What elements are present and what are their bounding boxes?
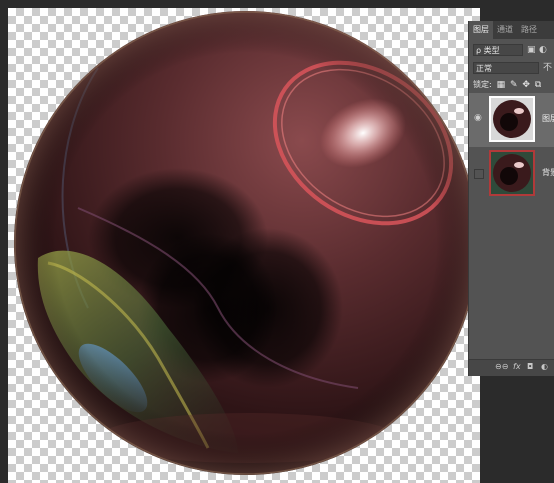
- lock-label: 锁定:: [473, 80, 492, 89]
- layer-row-1[interactable]: ◉ 图层: [469, 93, 554, 147]
- tab-paths[interactable]: 路径: [517, 21, 541, 39]
- lock-transparency-icon[interactable]: ▦: [497, 80, 506, 90]
- sphere-thumbnail-icon: [491, 152, 533, 194]
- visibility-eye-icon[interactable]: ◉: [474, 113, 482, 123]
- layers-panel: 图层 通道 路径 ρ 类型 ▣ ◐ 正常 不 锁定: ▦ ✎ ✥ ⧉ ◉ 图层: [468, 21, 554, 376]
- layer-thumbnail-1: [489, 96, 535, 142]
- layer-name-2: 背景: [542, 168, 554, 177]
- glass-sphere-artwork: [14, 11, 478, 475]
- layers-bottom-toolbar: ⊖⊖ fx ◘ ◐: [469, 359, 554, 376]
- lock-brush-icon[interactable]: ✎: [510, 80, 518, 90]
- panel-tab-bar: 图层 通道 路径: [469, 21, 554, 39]
- layer-filter-select[interactable]: ρ 类型: [473, 44, 523, 56]
- layer-row-2[interactable]: 背景: [469, 147, 554, 201]
- lock-move-icon[interactable]: ✥: [522, 80, 530, 90]
- tab-layers[interactable]: 图层: [469, 21, 493, 39]
- sphere-thumbnail-icon: [491, 98, 533, 140]
- tab-channels[interactable]: 通道: [493, 21, 517, 39]
- visibility-toggle-box[interactable]: [474, 169, 484, 179]
- layer-thumbnail-2: [489, 150, 535, 196]
- filter-image-icon[interactable]: ▣: [527, 44, 536, 56]
- link-icon[interactable]: ⊖⊖: [495, 362, 508, 371]
- fx-icon[interactable]: fx: [513, 362, 521, 371]
- lock-artboard-icon[interactable]: ⧉: [535, 80, 541, 90]
- adjustment-icon[interactable]: ◐: [541, 362, 548, 371]
- mask-icon[interactable]: ◘: [527, 362, 533, 371]
- lock-row: 锁定: ▦ ✎ ✥ ⧉: [473, 78, 541, 92]
- filter-adjust-icon[interactable]: ◐: [539, 44, 547, 56]
- blend-mode-select[interactable]: 正常: [473, 62, 539, 74]
- document-canvas[interactable]: [8, 8, 480, 483]
- opacity-label: 不: [543, 63, 553, 73]
- layer-name-1: 图层: [542, 114, 554, 123]
